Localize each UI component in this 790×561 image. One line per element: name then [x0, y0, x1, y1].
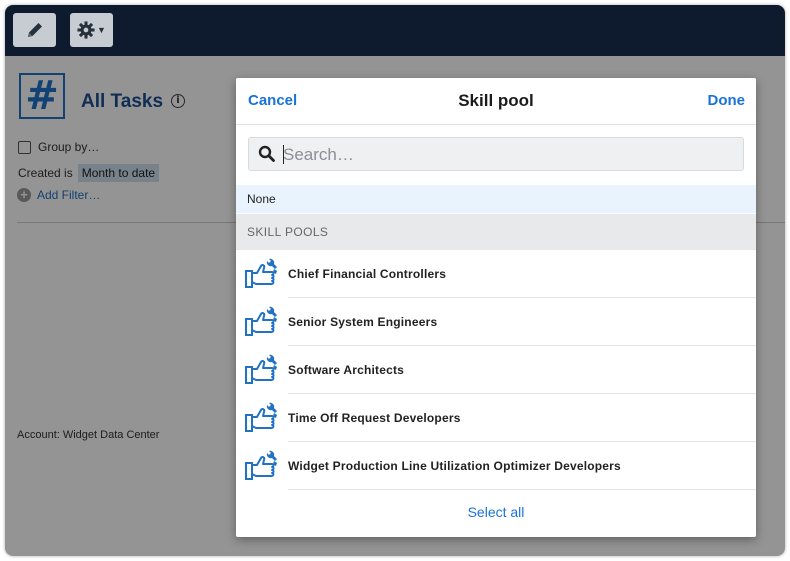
skill-pool-label: Software Architects — [288, 363, 405, 377]
skill-pool-icon — [245, 257, 278, 288]
skill-pool-label: Senior System Engineers — [288, 315, 438, 329]
skill-pool-icon — [245, 305, 278, 336]
none-option[interactable]: None — [236, 185, 756, 213]
skill-pool-icon — [245, 353, 278, 384]
chevron-down-icon: ▼ — [97, 25, 106, 35]
divider — [288, 489, 756, 490]
skill-pool-item[interactable]: Time Off Request Developers — [236, 394, 756, 442]
section-header-skill-pools: SKILL POOLS — [236, 214, 756, 250]
search-icon — [258, 145, 275, 162]
skill-pool-icon — [245, 449, 278, 480]
skill-pool-label: Chief Financial Controllers — [288, 267, 447, 281]
settings-menu-button[interactable]: ▼ — [70, 13, 113, 47]
done-button[interactable]: Done — [708, 92, 746, 109]
skill-pool-list: Chief Financial Controllers Senior Syste… — [236, 250, 756, 490]
skill-pool-label: Time Off Request Developers — [288, 411, 461, 425]
skill-pool-icon — [245, 401, 278, 432]
dialog-header: Cancel Skill pool Done — [236, 78, 756, 125]
skill-pool-dialog: Cancel Skill pool Done None SKILL POOLS … — [236, 78, 756, 537]
skill-pool-item[interactable]: Software Architects — [236, 346, 756, 394]
gear-icon — [77, 21, 95, 39]
edit-button[interactable] — [13, 13, 56, 47]
search-input[interactable] — [281, 141, 740, 169]
skill-pool-item[interactable]: Chief Financial Controllers — [236, 250, 756, 298]
skill-pool-label: Widget Production Line Utilization Optim… — [288, 459, 621, 473]
select-all-button[interactable]: Select all — [236, 504, 756, 520]
skill-pool-item[interactable]: Senior System Engineers — [236, 298, 756, 346]
text-cursor — [283, 145, 284, 164]
skill-pool-item[interactable]: Widget Production Line Utilization Optim… — [236, 442, 756, 490]
top-toolbar: ▼ — [5, 5, 785, 56]
search-box — [248, 137, 744, 171]
dialog-title: Skill pool — [458, 91, 534, 110]
pencil-icon — [27, 23, 42, 37]
